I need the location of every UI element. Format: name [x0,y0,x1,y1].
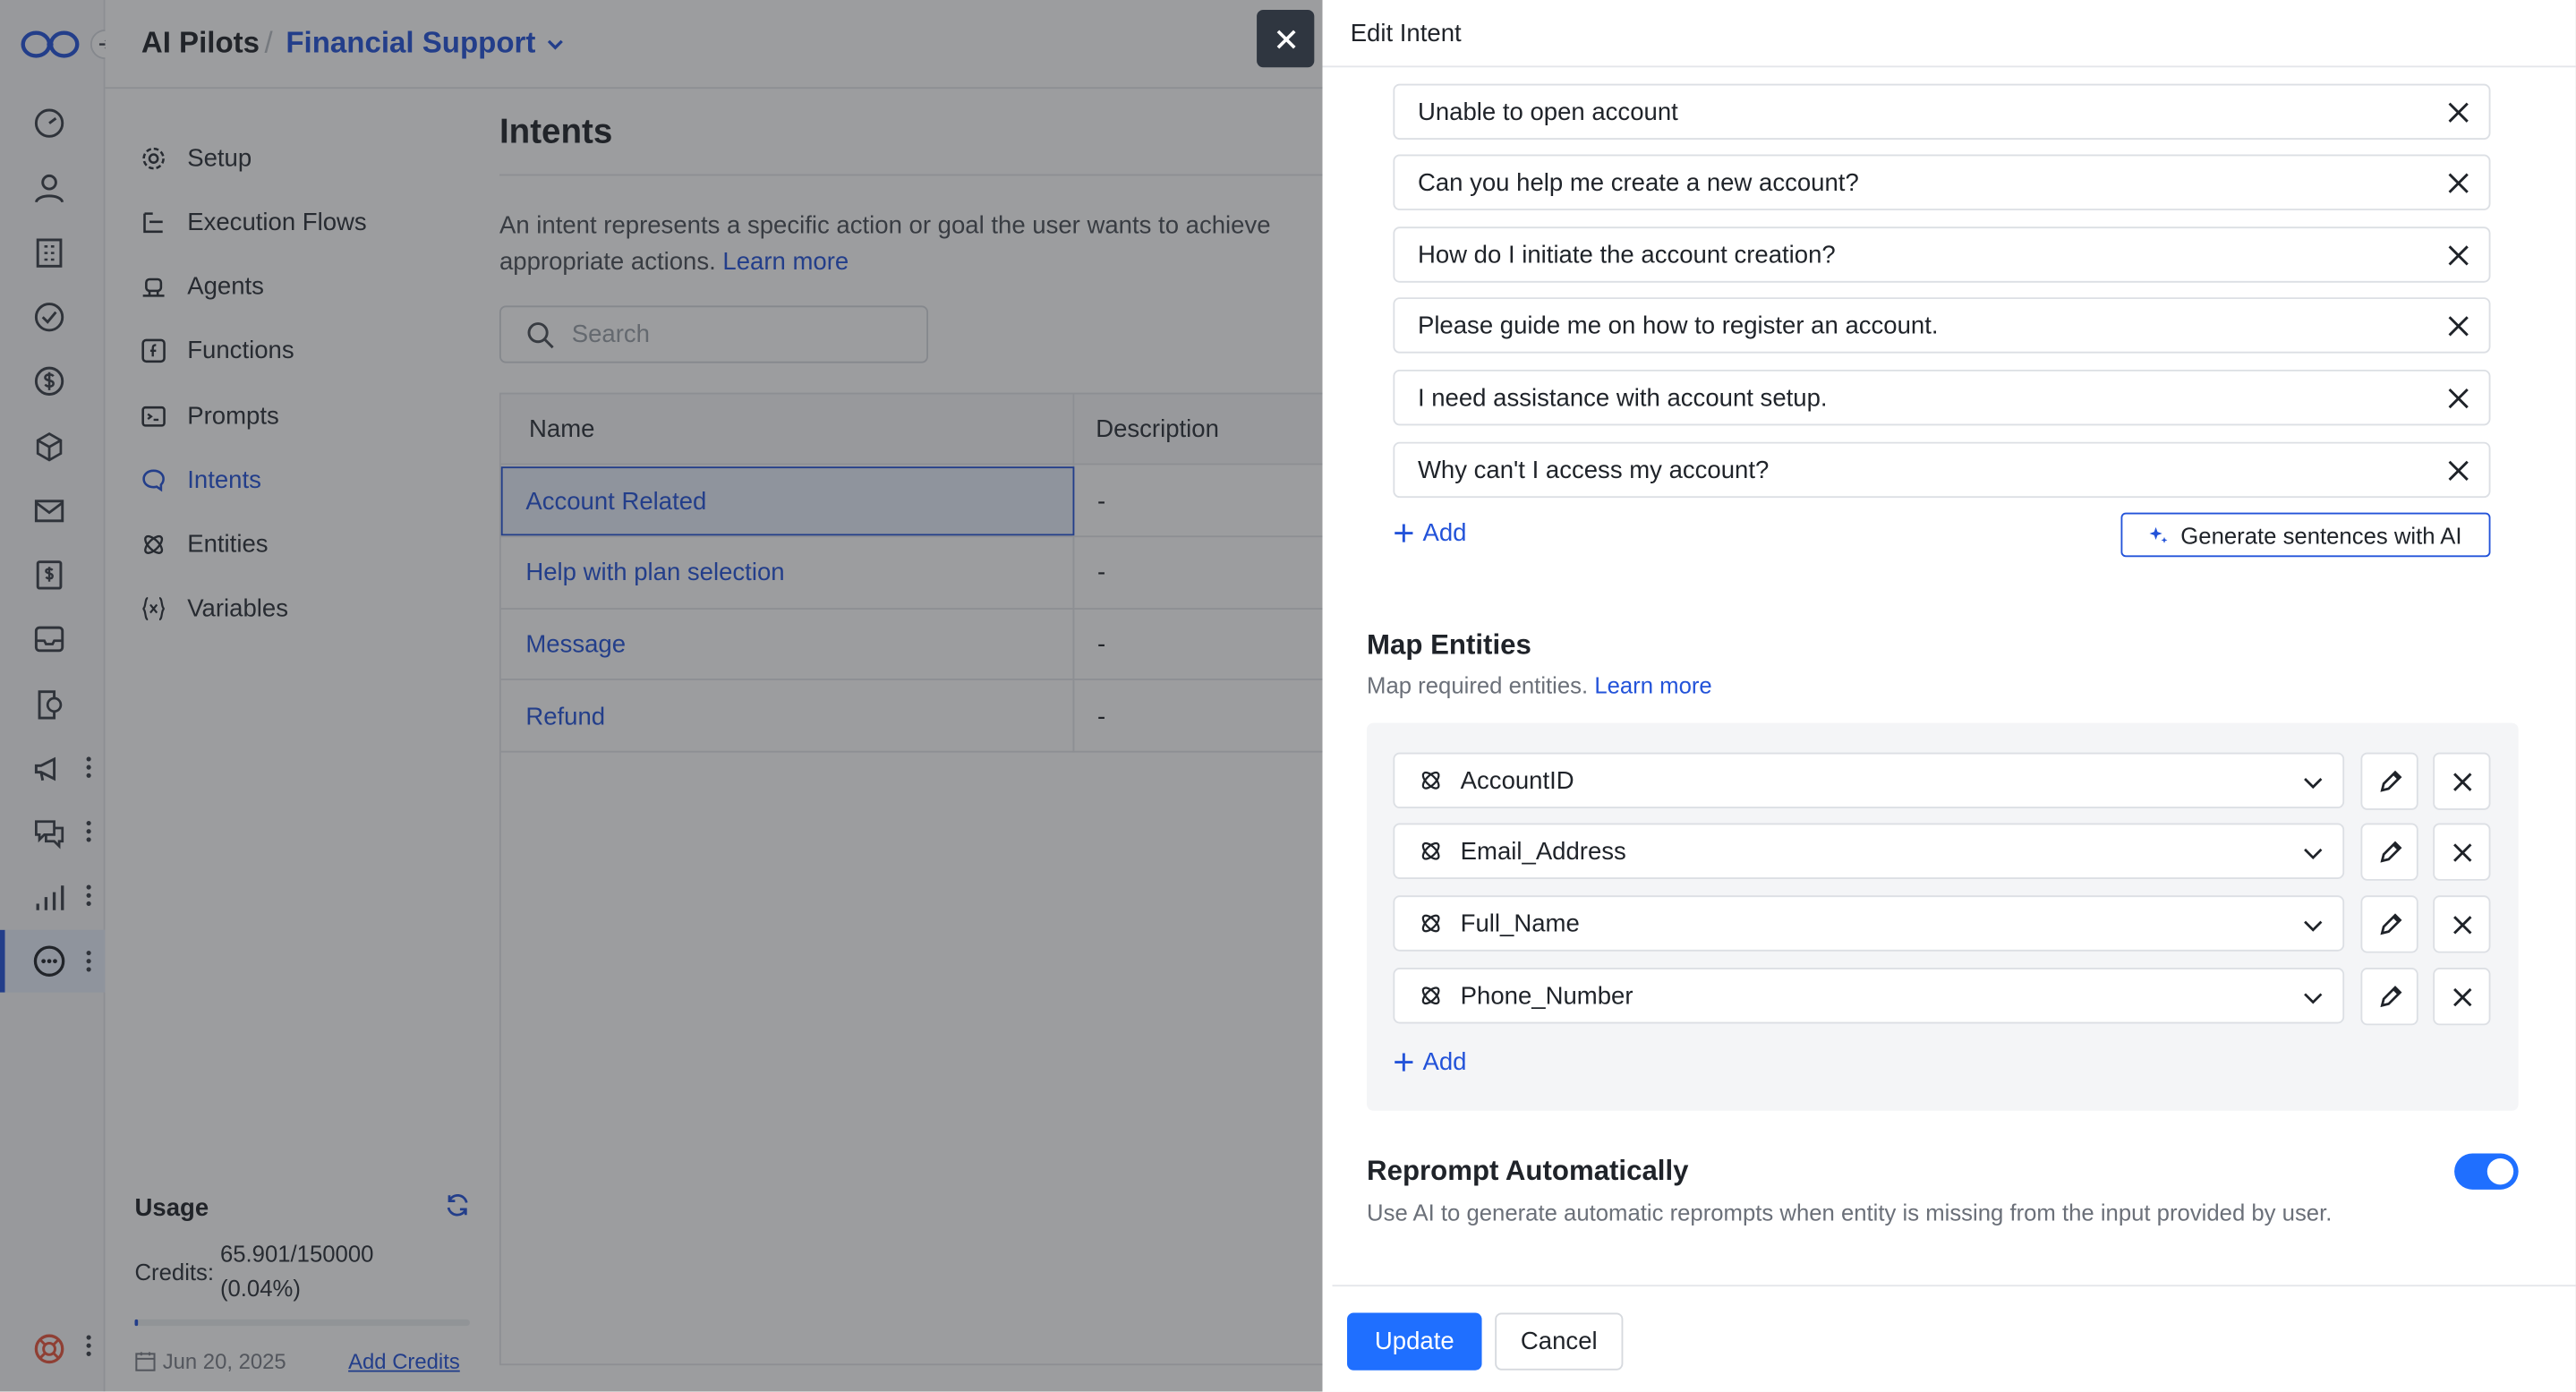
add-utterance-button[interactable]: Add [1393,519,1466,547]
cancel-button[interactable]: Cancel [1495,1312,1624,1371]
remove-utterance-icon[interactable] [2448,460,2469,482]
utterance-item[interactable]: How do I initiate the account creation? [1393,226,2491,283]
remove-entity-button[interactable] [2433,823,2491,881]
add-label: Add [1422,1047,1467,1077]
utterance-item[interactable]: Please guide me on how to register an ac… [1393,297,2491,354]
utterance-text: Can you help me create a new account? [1417,168,1859,197]
utterance-text: I need assistance with account setup. [1417,383,1828,412]
generate-label: Generate sentences with AI [2180,521,2462,549]
update-button[interactable]: Update [1347,1312,1482,1371]
drawer-title: Edit Intent [1350,20,1462,48]
entity-select[interactable]: Email_Address [1393,823,2345,879]
sparkle-icon [2149,525,2169,544]
learn-more-link[interactable]: Learn more [1594,672,1711,698]
edit-entity-button[interactable] [2360,752,2418,810]
entity-name: Full_Name [1460,909,1580,938]
map-entities-title: Map Entities [1367,628,1531,661]
close-icon [2449,768,2475,794]
close-icon [2449,983,2475,1009]
subtitle-text: Map required entities. [1367,671,1589,699]
remove-utterance-icon[interactable] [2448,244,2469,266]
utterance-text: Please guide me on how to register an ac… [1417,311,1939,340]
remove-entity-button[interactable] [2433,895,2491,953]
close-icon [2449,839,2475,865]
drawer-footer-divider [1332,1285,2576,1287]
close-icon [2449,911,2475,937]
utterance-item[interactable]: I need assistance with account setup. [1393,369,2491,426]
reprompt-title: Reprompt Automatically [1367,1155,1689,1187]
entity-name: AccountID [1460,766,1574,795]
entity-select[interactable]: Phone_Number [1393,968,2345,1024]
add-label: Add [1422,518,1467,548]
add-entity-button[interactable]: Add [1393,1048,1466,1076]
utterance-text: How do I initiate the account creation? [1417,240,1836,269]
utterance-text: Unable to open account [1417,98,1678,126]
pencil-icon [2376,768,2402,794]
utterance-item[interactable]: Unable to open account [1393,83,2491,141]
close-icon [1274,27,1297,50]
drawer-header [1322,0,2576,68]
entity-icon [1418,767,1444,793]
entity-icon [1418,983,1444,1009]
utterance-item[interactable]: Can you help me create a new account? [1393,154,2491,210]
map-entities-subtitle: Map required entities. Learn more [1367,672,1712,698]
chevron-down-icon [2303,987,2323,1007]
chevron-down-icon [2303,773,2323,792]
pencil-icon [2376,911,2402,937]
generate-sentences-button[interactable]: Generate sentences with AI [2120,512,2491,558]
entity-name: Email_Address [1460,837,1626,866]
entity-select[interactable]: AccountID [1393,752,2345,809]
edit-entity-button[interactable] [2360,895,2418,953]
remove-utterance-icon[interactable] [2448,315,2469,337]
chevron-down-icon [2303,843,2323,863]
remove-entity-button[interactable] [2433,752,2491,810]
plus-icon [1393,1052,1414,1073]
toggle-knob [2486,1157,2514,1185]
close-drawer-button[interactable] [1257,10,1315,68]
chevron-down-icon [2303,915,2323,935]
reprompt-toggle[interactable] [2454,1153,2519,1190]
utterance-text: Why can't I access my account? [1417,456,1770,484]
remove-utterance-icon[interactable] [2448,388,2469,409]
remove-entity-button[interactable] [2433,968,2491,1026]
edit-entity-button[interactable] [2360,968,2418,1026]
remove-utterance-icon[interactable] [2448,102,2469,124]
entity-icon [1418,910,1444,936]
entity-name: Phone_Number [1460,981,1633,1010]
reprompt-description: Use AI to generate automatic reprompts w… [1367,1199,2333,1226]
edit-entity-button[interactable] [2360,823,2418,881]
pencil-icon [2376,983,2402,1009]
entity-select[interactable]: Full_Name [1393,895,2345,952]
entity-icon [1418,838,1444,864]
plus-icon [1393,523,1414,544]
remove-utterance-icon[interactable] [2448,173,2469,194]
utterance-item[interactable]: Why can't I access my account? [1393,441,2491,499]
pencil-icon [2376,839,2402,865]
